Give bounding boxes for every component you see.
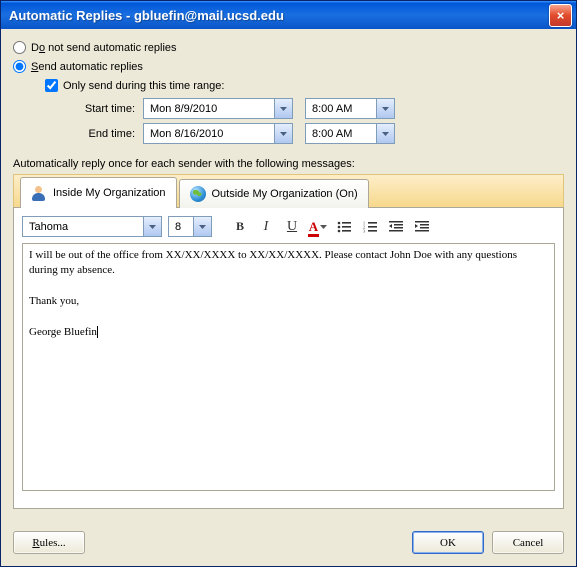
- font-color-button[interactable]: A: [308, 217, 328, 237]
- window-title: Automatic Replies - gbluefin@mail.ucsd.e…: [9, 8, 284, 23]
- chevron-down-icon: [376, 124, 394, 143]
- chevron-down-icon: [274, 124, 292, 143]
- ok-button[interactable]: OK: [412, 531, 484, 554]
- indent-button[interactable]: [412, 217, 432, 237]
- tab-inside-org[interactable]: Inside My Organization: [20, 177, 177, 208]
- radio-do-not-send-input[interactable]: [13, 41, 26, 54]
- end-date-combo[interactable]: Mon 8/16/2010: [143, 123, 293, 144]
- tab-strip: Inside My Organization Outside My Organi…: [13, 174, 564, 207]
- checkbox-time-range[interactable]: Only send during this time range:: [45, 79, 564, 92]
- message-line: George Bluefin: [29, 326, 97, 338]
- font-combo[interactable]: Tahoma: [22, 216, 162, 237]
- chevron-down-icon: [376, 99, 394, 118]
- person-icon: [31, 185, 47, 201]
- start-time-label: Start time:: [45, 103, 135, 115]
- start-date-combo[interactable]: Mon 8/9/2010: [143, 98, 293, 119]
- chevron-down-icon: [193, 217, 211, 236]
- end-time-label: End time:: [45, 128, 135, 140]
- bullet-list-button[interactable]: [334, 217, 354, 237]
- message-line: I will be out of the office from XX/XX/X…: [29, 248, 548, 279]
- checkbox-time-range-input[interactable]: [45, 79, 58, 92]
- italic-button[interactable]: I: [256, 217, 276, 237]
- automatic-replies-dialog: Automatic Replies - gbluefin@mail.ucsd.e…: [0, 0, 577, 567]
- message-editor[interactable]: I will be out of the office from XX/XX/X…: [22, 243, 555, 491]
- text-caret: [97, 326, 98, 338]
- section-label: Automatically reply once for each sender…: [13, 158, 564, 170]
- chevron-down-icon: [320, 225, 327, 229]
- outdent-button[interactable]: [386, 217, 406, 237]
- radio-send[interactable]: Send automatic replies: [13, 60, 564, 73]
- radio-send-input[interactable]: [13, 60, 26, 73]
- chevron-down-icon: [274, 99, 292, 118]
- end-time-combo[interactable]: 8:00 AM: [305, 123, 395, 144]
- numbered-list-button[interactable]: 123: [360, 217, 380, 237]
- radio-do-not-send[interactable]: Do not send automatic replies: [13, 41, 564, 54]
- cancel-button[interactable]: Cancel: [492, 531, 564, 554]
- message-line: Thank you,: [29, 294, 548, 309]
- start-time-combo[interactable]: 8:00 AM: [305, 98, 395, 119]
- underline-button[interactable]: U: [282, 217, 302, 237]
- format-toolbar: Tahoma 8 B I U A 123: [22, 216, 555, 237]
- tab-content: Tahoma 8 B I U A 123: [13, 207, 564, 509]
- title-bar[interactable]: Automatic Replies - gbluefin@mail.ucsd.e…: [1, 1, 576, 29]
- globe-icon: [190, 186, 206, 202]
- tab-outside-org[interactable]: Outside My Organization (On): [179, 179, 369, 208]
- chevron-down-icon: [143, 217, 161, 236]
- close-button[interactable]: ×: [549, 4, 572, 27]
- close-icon: ×: [557, 8, 565, 23]
- dialog-footer: Rules... OK Cancel: [13, 531, 564, 554]
- rules-button[interactable]: Rules...: [13, 531, 85, 554]
- bold-button[interactable]: B: [230, 217, 250, 237]
- svg-text:3: 3: [363, 228, 365, 233]
- font-size-combo[interactable]: 8: [168, 216, 212, 237]
- font-color-icon: A: [309, 219, 318, 235]
